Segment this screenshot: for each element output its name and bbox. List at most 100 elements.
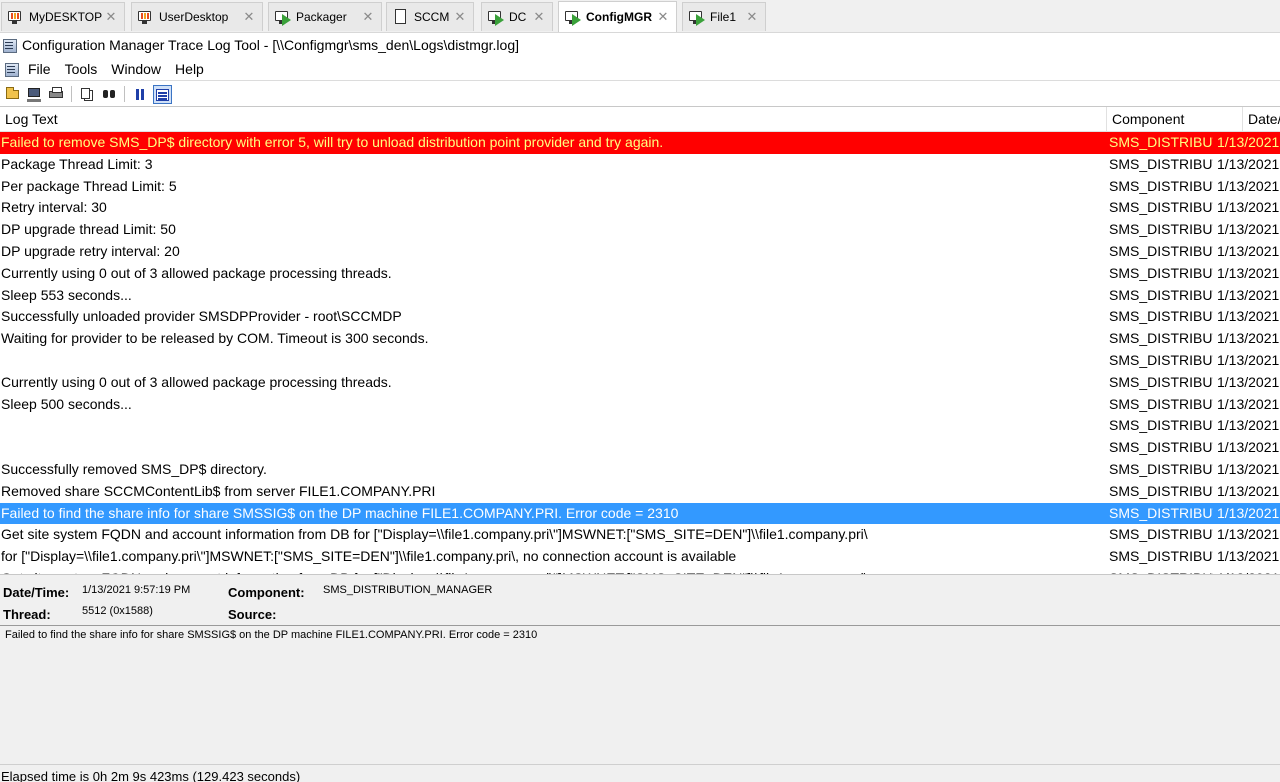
log-row[interactable]: SMS_DISTRIBUTION_MANAGER1/13/2021 9:57:1… (0, 415, 1280, 437)
log-row[interactable]: Currently using 0 out of 3 allowed packa… (0, 372, 1280, 394)
date-cell: 1/13/2021 9:57:19 PM (1217, 221, 1280, 238)
date-cell: 1/13/2021 9:57:19 PM (1217, 330, 1280, 347)
component-cell: SMS_DISTRIBUTION_MANAGER (1109, 526, 1213, 543)
date-cell: 1/13/2021 9:57:19 PM (1217, 548, 1280, 565)
tab-label: MyDESKTOP (29, 10, 103, 24)
log-row[interactable]: Successfully unloaded provider SMSDPProv… (0, 306, 1280, 328)
print-icon[interactable] (47, 85, 66, 104)
date-cell: 1/13/2021 9:57:19 PM (1217, 504, 1280, 521)
log-row[interactable]: Retry interval: 30 SMS_DISTRIBUTION_MANAG… (0, 197, 1280, 219)
detail-divider (0, 625, 1280, 626)
tab-sccm[interactable]: SCCM ✕ (386, 2, 474, 31)
toolbar (0, 82, 1280, 107)
toggle-details-icon[interactable] (153, 84, 172, 104)
log-row[interactable]: DP upgrade thread Limit: 50 SMS_DISTRIBUT… (0, 219, 1280, 241)
component-cell: SMS_DISTRIBUTION_MANAGER (1109, 351, 1213, 368)
log-row[interactable]: Package Thread Limit: 3 SMS_DISTRIBUTION_… (0, 154, 1280, 176)
find-icon[interactable] (100, 85, 119, 104)
log-text-cell: Sleep 500 seconds... (1, 395, 132, 412)
component-cell: SMS_DISTRIBUTION_MANAGER (1109, 395, 1213, 412)
menu-help[interactable]: Help (175, 61, 204, 77)
component-cell: SMS_DISTRIBUTION_MANAGER (1109, 134, 1213, 150)
tab-dc[interactable]: DC ✕ (481, 2, 553, 31)
log-text-cell: Per package Thread Limit: 5 (1, 177, 177, 194)
tab-label: ConfigMGR (586, 10, 652, 24)
log-row[interactable]: Get site system FQDN and account informa… (0, 524, 1280, 546)
component-cell: SMS_DISTRIBUTION_MANAGER (1109, 221, 1213, 238)
tab-userdesktop[interactable]: UserDesktop ✕ (131, 2, 263, 31)
menu-file[interactable]: File (28, 61, 51, 77)
thread-value: 5512 (0x1588) (82, 605, 153, 617)
tab-file1[interactable]: File1 ✕ (682, 2, 766, 31)
log-row[interactable]: Sleep 553 seconds... SMS_DISTRIBUTION_MAN… (0, 285, 1280, 307)
monitor-bars-icon (137, 8, 155, 26)
open-on-server-icon[interactable] (25, 85, 44, 104)
log-text-cell: Successfully unloaded provider SMSDPProv… (1, 308, 402, 325)
column-header-date[interactable]: Date/Time (1243, 107, 1280, 131)
log-text-cell: Successfully removed SMS_DP$ directory. (1, 460, 267, 477)
log-text-cell: Retry interval: 30 (1, 199, 107, 216)
component-cell: SMS_DISTRIBUTION_MANAGER (1109, 439, 1213, 456)
log-text-cell (1, 350, 1105, 372)
app-log-icon (2, 37, 18, 53)
column-header-component[interactable]: Component (1107, 107, 1243, 131)
log-text-cell: Sleep 553 seconds... (1, 286, 132, 303)
monitor-bars-icon (7, 8, 25, 26)
log-rows: Failed to remove SMS_DP$ directory with … (0, 132, 1280, 574)
tab-label: DC (509, 10, 527, 24)
menu-window[interactable]: Window (111, 61, 161, 77)
tab-packager[interactable]: Packager ✕ (268, 2, 382, 31)
monitor-arrow-icon (487, 8, 505, 26)
log-row[interactable]: Failed to find the share info for share … (0, 502, 1280, 525)
date-cell: 1/13/2021 9:57:19 PM (1217, 482, 1280, 499)
component-cell: SMS_DISTRIBUTION_MANAGER (1109, 548, 1213, 565)
close-icon[interactable]: ✕ (745, 9, 759, 25)
close-icon[interactable]: ✕ (453, 9, 467, 25)
date-cell: 1/13/2021 9:57:19 PM (1217, 286, 1280, 303)
close-icon[interactable]: ✕ (242, 9, 256, 25)
log-row[interactable]: Successfully removed SMS_DP$ directory. S… (0, 459, 1280, 481)
close-icon[interactable]: ✕ (532, 9, 546, 25)
close-icon[interactable]: ✕ (104, 9, 118, 25)
log-row[interactable]: SMS_DISTRIBUTION_MANAGER1/13/2021 9:57:1… (0, 350, 1280, 372)
log-text-cell: Currently using 0 out of 3 allowed packa… (1, 373, 392, 390)
toolbar-separator (71, 86, 72, 102)
menu-tools[interactable]: Tools (65, 61, 98, 77)
log-row[interactable]: DP upgrade retry interval: 20 SMS_DISTRIB… (0, 241, 1280, 263)
log-grid: Log Text Component Date/Time Failed to r… (0, 107, 1280, 574)
tab-configmgr[interactable]: ConfigMGR ✕ (558, 1, 677, 32)
system-menu-icon[interactable] (4, 61, 20, 77)
log-row[interactable]: Waiting for provider to be released by C… (0, 328, 1280, 350)
component-cell: SMS_DISTRIBUTION_MANAGER (1109, 242, 1213, 259)
tab-label: UserDesktop (159, 10, 229, 24)
monitor-arrow-icon (688, 8, 706, 26)
menu-bar: File Tools Window Help (0, 58, 1280, 81)
component-cell: SMS_DISTRIBUTION_MANAGER (1109, 155, 1213, 172)
detail-message[interactable]: Failed to find the share info for share … (5, 629, 1275, 641)
log-row[interactable]: Currently using 0 out of 3 allowed packa… (0, 263, 1280, 285)
component-cell: SMS_DISTRIBUTION_MANAGER (1109, 286, 1213, 303)
grid-header: Log Text Component Date/Time (0, 107, 1280, 132)
tab-label: File1 (710, 10, 737, 24)
log-row[interactable]: Failed to remove SMS_DP$ directory with … (0, 132, 1280, 154)
log-row[interactable]: Per package Thread Limit: 5 SMS_DISTRIBUT… (0, 176, 1280, 198)
close-icon[interactable]: ✕ (656, 9, 670, 25)
copy-icon[interactable] (78, 85, 97, 104)
tab-mydesktop[interactable]: MyDESKTOP ✕ (1, 2, 125, 31)
log-text-cell (1, 415, 1105, 437)
log-row[interactable]: Removed share SCCMContentLib$ from serve… (0, 481, 1280, 503)
pause-icon[interactable] (131, 85, 150, 104)
log-row[interactable]: for ["Display=\\file1.company.pri\"]MSWN… (0, 546, 1280, 568)
date-cell: 1/13/2021 9:57:19 PM (1217, 264, 1280, 281)
date-cell: 1/13/2021 9:57:19 PM (1217, 177, 1280, 194)
datetime-label: Date/Time: (3, 585, 70, 600)
thread-label: Thread: (3, 607, 51, 622)
component-value: SMS_DISTRIBUTION_MANAGER (323, 584, 493, 596)
log-text-cell: Failed to remove SMS_DP$ directory with … (1, 134, 664, 150)
log-row[interactable]: Sleep 500 seconds... SMS_DISTRIBUTION_MAN… (0, 394, 1280, 416)
close-icon[interactable]: ✕ (361, 9, 375, 25)
log-row[interactable]: SMS_DISTRIBUTION_MANAGER1/13/2021 9:57:1… (0, 437, 1280, 459)
column-header-log-text[interactable]: Log Text (0, 107, 1107, 131)
component-cell: SMS_DISTRIBUTION_MANAGER (1109, 177, 1213, 194)
open-icon[interactable] (3, 85, 22, 104)
